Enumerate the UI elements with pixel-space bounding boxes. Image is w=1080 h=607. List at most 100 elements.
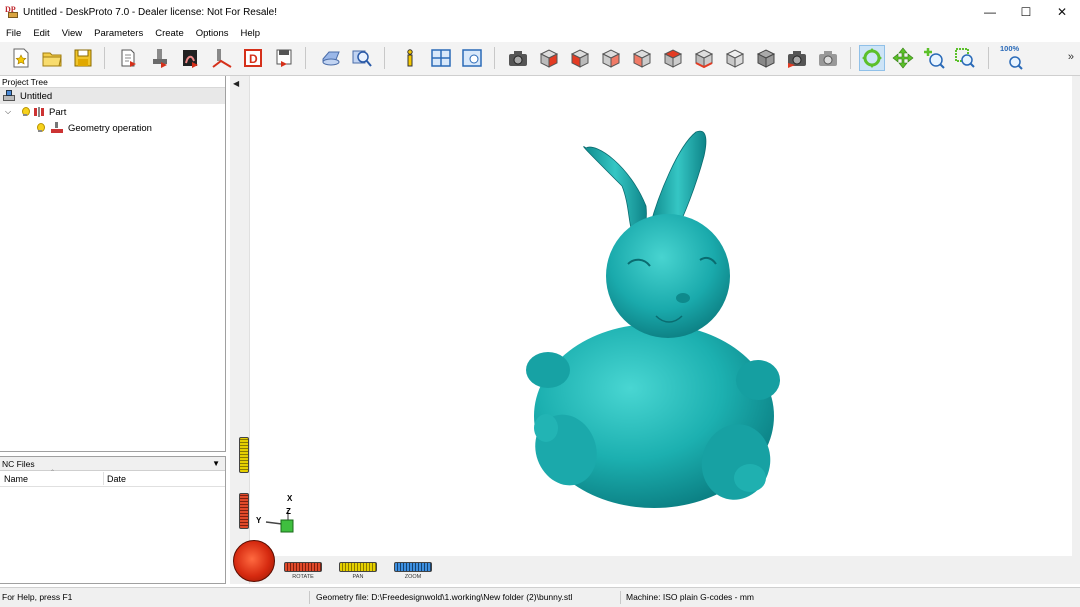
cube-bottom-icon: [694, 49, 714, 69]
menu-view[interactable]: View: [56, 28, 88, 39]
camera-settings-button[interactable]: [784, 45, 810, 71]
title-bar: DP Untitled - DeskProto 7.0 - Dealer lic…: [0, 0, 1080, 24]
rotate-wheel[interactable]: [284, 562, 322, 572]
part-parameters-icon: [183, 50, 198, 68]
menu-bar: File Edit View Parameters Create Options…: [0, 24, 1080, 42]
iso-view-1-button[interactable]: [722, 45, 748, 71]
main-toolbar: D 100% »: [0, 42, 1080, 76]
floppy-disk-icon: [74, 49, 92, 67]
status-geometry-file: Geometry file: D:\Freedesignwold\1.worki…: [316, 592, 573, 602]
rotate-icon: [862, 48, 882, 68]
machine-setup-button[interactable]: [147, 45, 173, 71]
view-options-icon: [462, 49, 482, 67]
zoom-level-label: 100%: [1000, 44, 1020, 53]
visibility-bulb-icon[interactable]: [36, 123, 45, 133]
minimize-button[interactable]: —: [972, 0, 1008, 24]
front-view-button[interactable]: [536, 45, 562, 71]
export-icon: [276, 49, 292, 67]
cube-left-icon: [632, 49, 652, 68]
status-bar: For Help, press F1 Geometry file: D:\Fre…: [0, 587, 1080, 607]
geometry-d-icon: D: [244, 49, 262, 67]
cube-front-icon: [539, 49, 559, 68]
view-options-button[interactable]: [459, 45, 485, 71]
pan-wheel-label: PAN: [352, 574, 364, 580]
cube-top-icon: [663, 49, 683, 68]
menu-help[interactable]: Help: [234, 28, 266, 39]
nc-files-header[interactable]: NC Files ▼: [0, 457, 225, 471]
vertical-pan-wheel[interactable]: [239, 437, 249, 473]
tree-item-part[interactable]: ⌵ Part: [3, 104, 66, 120]
show-grid-button[interactable]: [428, 45, 454, 71]
part-parameters-button[interactable]: [178, 45, 204, 71]
axis-z-label: Z: [286, 507, 291, 516]
top-view-button[interactable]: [660, 45, 686, 71]
menu-parameters[interactable]: Parameters: [88, 28, 149, 39]
right-view-button[interactable]: [567, 45, 593, 71]
pan-arrows-icon: [892, 47, 914, 69]
preview-button[interactable]: [318, 45, 344, 71]
nc-files-panel: NC Files ▼ Name ⌃ Date: [0, 456, 226, 584]
chevron-down-icon[interactable]: ⌵: [3, 107, 13, 117]
column-header-name[interactable]: Name: [4, 474, 28, 484]
camera-view-button[interactable]: [505, 45, 531, 71]
tree-root-label: Untitled: [20, 90, 53, 102]
status-help-text: For Help, press F1: [2, 592, 73, 602]
camera-reset-button[interactable]: [815, 45, 841, 71]
create-nc-files-button[interactable]: [116, 45, 142, 71]
tree-part-label: Part: [49, 106, 67, 118]
left-view-button[interactable]: [629, 45, 655, 71]
camera-red-icon: [788, 51, 806, 68]
zoom-wheel[interactable]: [394, 562, 432, 572]
menu-options[interactable]: Options: [190, 28, 235, 39]
tool-path-icon: [212, 49, 232, 68]
svg-text:D: D: [249, 52, 258, 66]
maximize-button[interactable]: ☐: [1008, 0, 1044, 24]
tree-operation-label: Geometry operation: [68, 122, 152, 134]
zoom-in-icon: [924, 48, 945, 69]
collapse-arrow-icon[interactable]: ◀: [233, 79, 239, 88]
operation-parameters-button[interactable]: [209, 45, 235, 71]
tree-item-geometry-operation[interactable]: Geometry operation: [34, 120, 152, 136]
tree-item-root[interactable]: Untitled: [0, 88, 225, 104]
new-project-button[interactable]: [8, 45, 34, 71]
cube-iso-icon: [725, 49, 745, 68]
info-button[interactable]: [397, 45, 423, 71]
menu-create[interactable]: Create: [149, 28, 190, 39]
column-header-date[interactable]: Date: [107, 474, 126, 484]
zoom-window-button[interactable]: [952, 45, 978, 71]
toolbar-overflow-button[interactable]: »: [1068, 51, 1074, 63]
iso-view-2-button[interactable]: [753, 45, 779, 71]
axis-y-label: Y: [256, 516, 262, 525]
menu-edit[interactable]: Edit: [27, 28, 55, 39]
3d-viewport[interactable]: [230, 76, 1072, 584]
menu-file[interactable]: File: [0, 28, 27, 39]
back-view-button[interactable]: [598, 45, 624, 71]
zoom-mode-button[interactable]: [921, 45, 947, 71]
window-grid-icon: [431, 49, 451, 67]
open-project-button[interactable]: [39, 45, 65, 71]
bunny-model[interactable]: [230, 76, 1072, 584]
cube-gray-icon: [756, 49, 776, 68]
part-icon: [34, 107, 44, 117]
preview-icon: [322, 51, 340, 66]
inspect-button[interactable]: [349, 45, 375, 71]
axis-x-label: X: [287, 494, 293, 503]
deskproto-app-icon[interactable]: DP: [5, 5, 19, 19]
visibility-bulb-icon[interactable]: [21, 107, 30, 117]
rotate-mode-button[interactable]: [859, 45, 885, 71]
status-machine: Machine: ISO plain G-codes - mm: [626, 592, 755, 602]
pan-wheel[interactable]: [339, 562, 377, 572]
save-project-button[interactable]: [70, 45, 96, 71]
dropdown-arrow-icon[interactable]: ▼: [212, 457, 220, 471]
operation-icon: [51, 122, 63, 133]
bottom-view-button[interactable]: [691, 45, 717, 71]
close-button[interactable]: ✕: [1044, 0, 1080, 24]
zoom-wheel-label: ZOOM: [404, 574, 422, 580]
rotate-dial[interactable]: [233, 540, 275, 582]
pan-mode-button[interactable]: [890, 45, 916, 71]
machine-icon: [153, 49, 167, 68]
sort-indicator-icon: ⌃: [50, 470, 56, 476]
geometry-data-button[interactable]: D: [240, 45, 266, 71]
export-button[interactable]: [271, 45, 297, 71]
vertical-rotate-wheel[interactable]: [239, 493, 249, 529]
